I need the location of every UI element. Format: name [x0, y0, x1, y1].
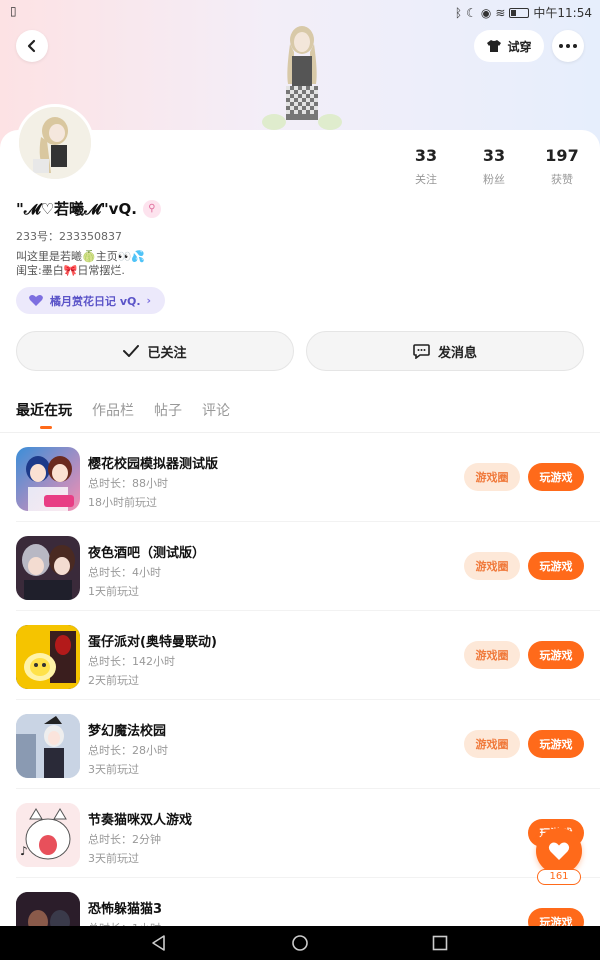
tab-recently-played[interactable]: 最近在玩 [16, 400, 72, 429]
more-options-button[interactable] [552, 30, 584, 62]
game-icon [16, 536, 80, 600]
badge-icon[interactable]: ⚲ [142, 199, 161, 218]
stat-followers[interactable]: 33 粉丝 [464, 146, 524, 187]
play-game-button[interactable]: 玩游戏 [528, 641, 584, 669]
game-circle-button[interactable]: 游戏圈 [464, 552, 520, 580]
game-row[interactable]: 蛋仔派对(奥特曼联动) 总时长：142小时 2天前玩过 游戏圈 玩游戏 [0, 611, 600, 700]
back-arrow-icon [27, 39, 36, 53]
play-game-button[interactable]: 玩游戏 [528, 463, 584, 491]
play-game-button[interactable]: 玩游戏 [528, 552, 584, 580]
nav-home-icon[interactable] [291, 934, 309, 952]
game-row[interactable]: ♪ 节奏猫咪双人游戏 总时长：2分钟 3天前玩过 玩游戏 [0, 789, 600, 878]
stat-number: 197 [545, 146, 579, 165]
eye-icon: ◉ [480, 5, 492, 20]
moon-icon: ☾ [466, 5, 477, 20]
game-icon [16, 447, 80, 511]
relationship-tag-label: 橘月赏花日记 vQ. [50, 294, 141, 308]
game-row[interactable]: 樱花校园模拟器测试版 总时长：88小时 18小时前玩过 游戏圈 玩游戏 [0, 433, 600, 522]
sim-card-icon: ▯ [10, 4, 17, 18]
game-name: 夜色酒吧（测试版） [88, 546, 206, 561]
wifi-icon: ≋ [495, 5, 506, 20]
game-name: 蛋仔派对(奥特曼联动) [88, 635, 217, 650]
stat-likes[interactable]: 197 获赞 [532, 146, 592, 187]
avatar[interactable] [16, 104, 94, 182]
game-duration: 总时长：28小时 [88, 744, 168, 757]
try-on-button[interactable]: 试穿 [474, 30, 544, 62]
nickname: "𝓜♡若曦𝓜"vQ. ⚲ [16, 198, 161, 219]
avatar-dressup-figure [262, 26, 342, 130]
stat-number: 33 [414, 146, 438, 165]
game-icon [16, 714, 80, 778]
stat-following[interactable]: 33 关注 [396, 146, 456, 187]
send-message-button[interactable]: 发消息 [306, 331, 584, 371]
tshirt-icon [487, 40, 502, 52]
last-played: 18小时前玩过 [88, 496, 157, 509]
stat-label: 关注 [415, 173, 437, 186]
stat-label: 粉丝 [483, 173, 505, 186]
chat-icon [413, 343, 430, 359]
checkmark-icon [123, 345, 140, 357]
nav-back-icon[interactable] [150, 934, 168, 952]
game-icon: ♪ [16, 803, 80, 867]
last-played: 1天前玩过 [88, 585, 139, 598]
game-icon [16, 625, 80, 689]
following-label: 已关注 [147, 345, 187, 361]
more-dots-icon [559, 44, 577, 48]
game-name: 樱花校园模拟器测试版 [88, 457, 219, 472]
send-message-label: 发消息 [437, 345, 477, 361]
game-circle-button[interactable]: 游戏圈 [464, 641, 520, 669]
back-button[interactable] [16, 30, 48, 62]
last-played: 2天前玩过 [88, 674, 139, 687]
bio-line: 叫这里是若曦🍈主页👀💦 [16, 250, 146, 263]
avatar-image [19, 107, 91, 179]
game-duration: 总时长：88小时 [88, 477, 168, 490]
game-circle-button[interactable]: 游戏圈 [464, 463, 520, 491]
stat-number: 33 [482, 146, 506, 165]
svg-text:♪: ♪ [20, 844, 28, 858]
bio: 叫这里是若曦🍈主页👀💦 闺宝:墨白🎀日常摆烂. [16, 250, 145, 278]
status-bar: ▯ ᛒ ☾ ◉ ≋ 中午11:54 [0, 0, 600, 24]
heart-pair-icon [29, 295, 43, 306]
nav-recents-icon[interactable] [431, 934, 449, 952]
stat-label: 获赞 [551, 173, 573, 186]
last-played: 3天前玩过 [88, 852, 139, 865]
like-count: 161 [537, 869, 581, 885]
battery-icon [509, 7, 530, 18]
game-name: 节奏猫咪双人游戏 [88, 813, 193, 828]
user-id: 233号：233350837 [16, 230, 122, 243]
profile-tabs: 最近在玩 作品栏 帖子 评论 [16, 400, 230, 429]
game-row[interactable]: 梦幻魔法校园 总时长：28小时 3天前玩过 游戏圈 玩游戏 [0, 700, 600, 789]
game-name: 恐怖躲猫猫3 [88, 902, 163, 917]
tab-posts[interactable]: 帖子 [154, 400, 182, 420]
game-duration: 总时长：2分钟 [88, 833, 161, 846]
bluetooth-icon: ᛒ [454, 5, 463, 20]
game-name: 梦幻魔法校园 [88, 724, 167, 739]
system-nav-bar [0, 926, 600, 960]
game-duration: 总时长：4小时 [88, 566, 161, 579]
chevron-right-icon: › [146, 294, 152, 307]
relationship-tag[interactable]: 橘月赏花日记 vQ. › [16, 287, 166, 314]
tab-comments[interactable]: 评论 [202, 400, 230, 420]
last-played: 3天前玩过 [88, 763, 139, 776]
play-game-button[interactable]: 玩游戏 [528, 730, 584, 758]
try-on-label: 试穿 [507, 39, 532, 54]
game-duration: 总时长：142小时 [88, 655, 175, 668]
following-button[interactable]: 已关注 [16, 331, 294, 371]
heart-icon [548, 842, 570, 860]
nickname-text: "𝓜♡若曦𝓜"vQ. [16, 200, 137, 218]
game-row[interactable]: 夜色酒吧（测试版） 总时长：4小时 1天前玩过 游戏圈 玩游戏 [0, 522, 600, 611]
clock: 中午11:54 [533, 6, 592, 20]
bio-line: 闺宝:墨白🎀日常摆烂. [16, 264, 125, 277]
tab-works[interactable]: 作品栏 [92, 400, 134, 420]
game-circle-button[interactable]: 游戏圈 [464, 730, 520, 758]
like-button[interactable] [536, 828, 582, 874]
